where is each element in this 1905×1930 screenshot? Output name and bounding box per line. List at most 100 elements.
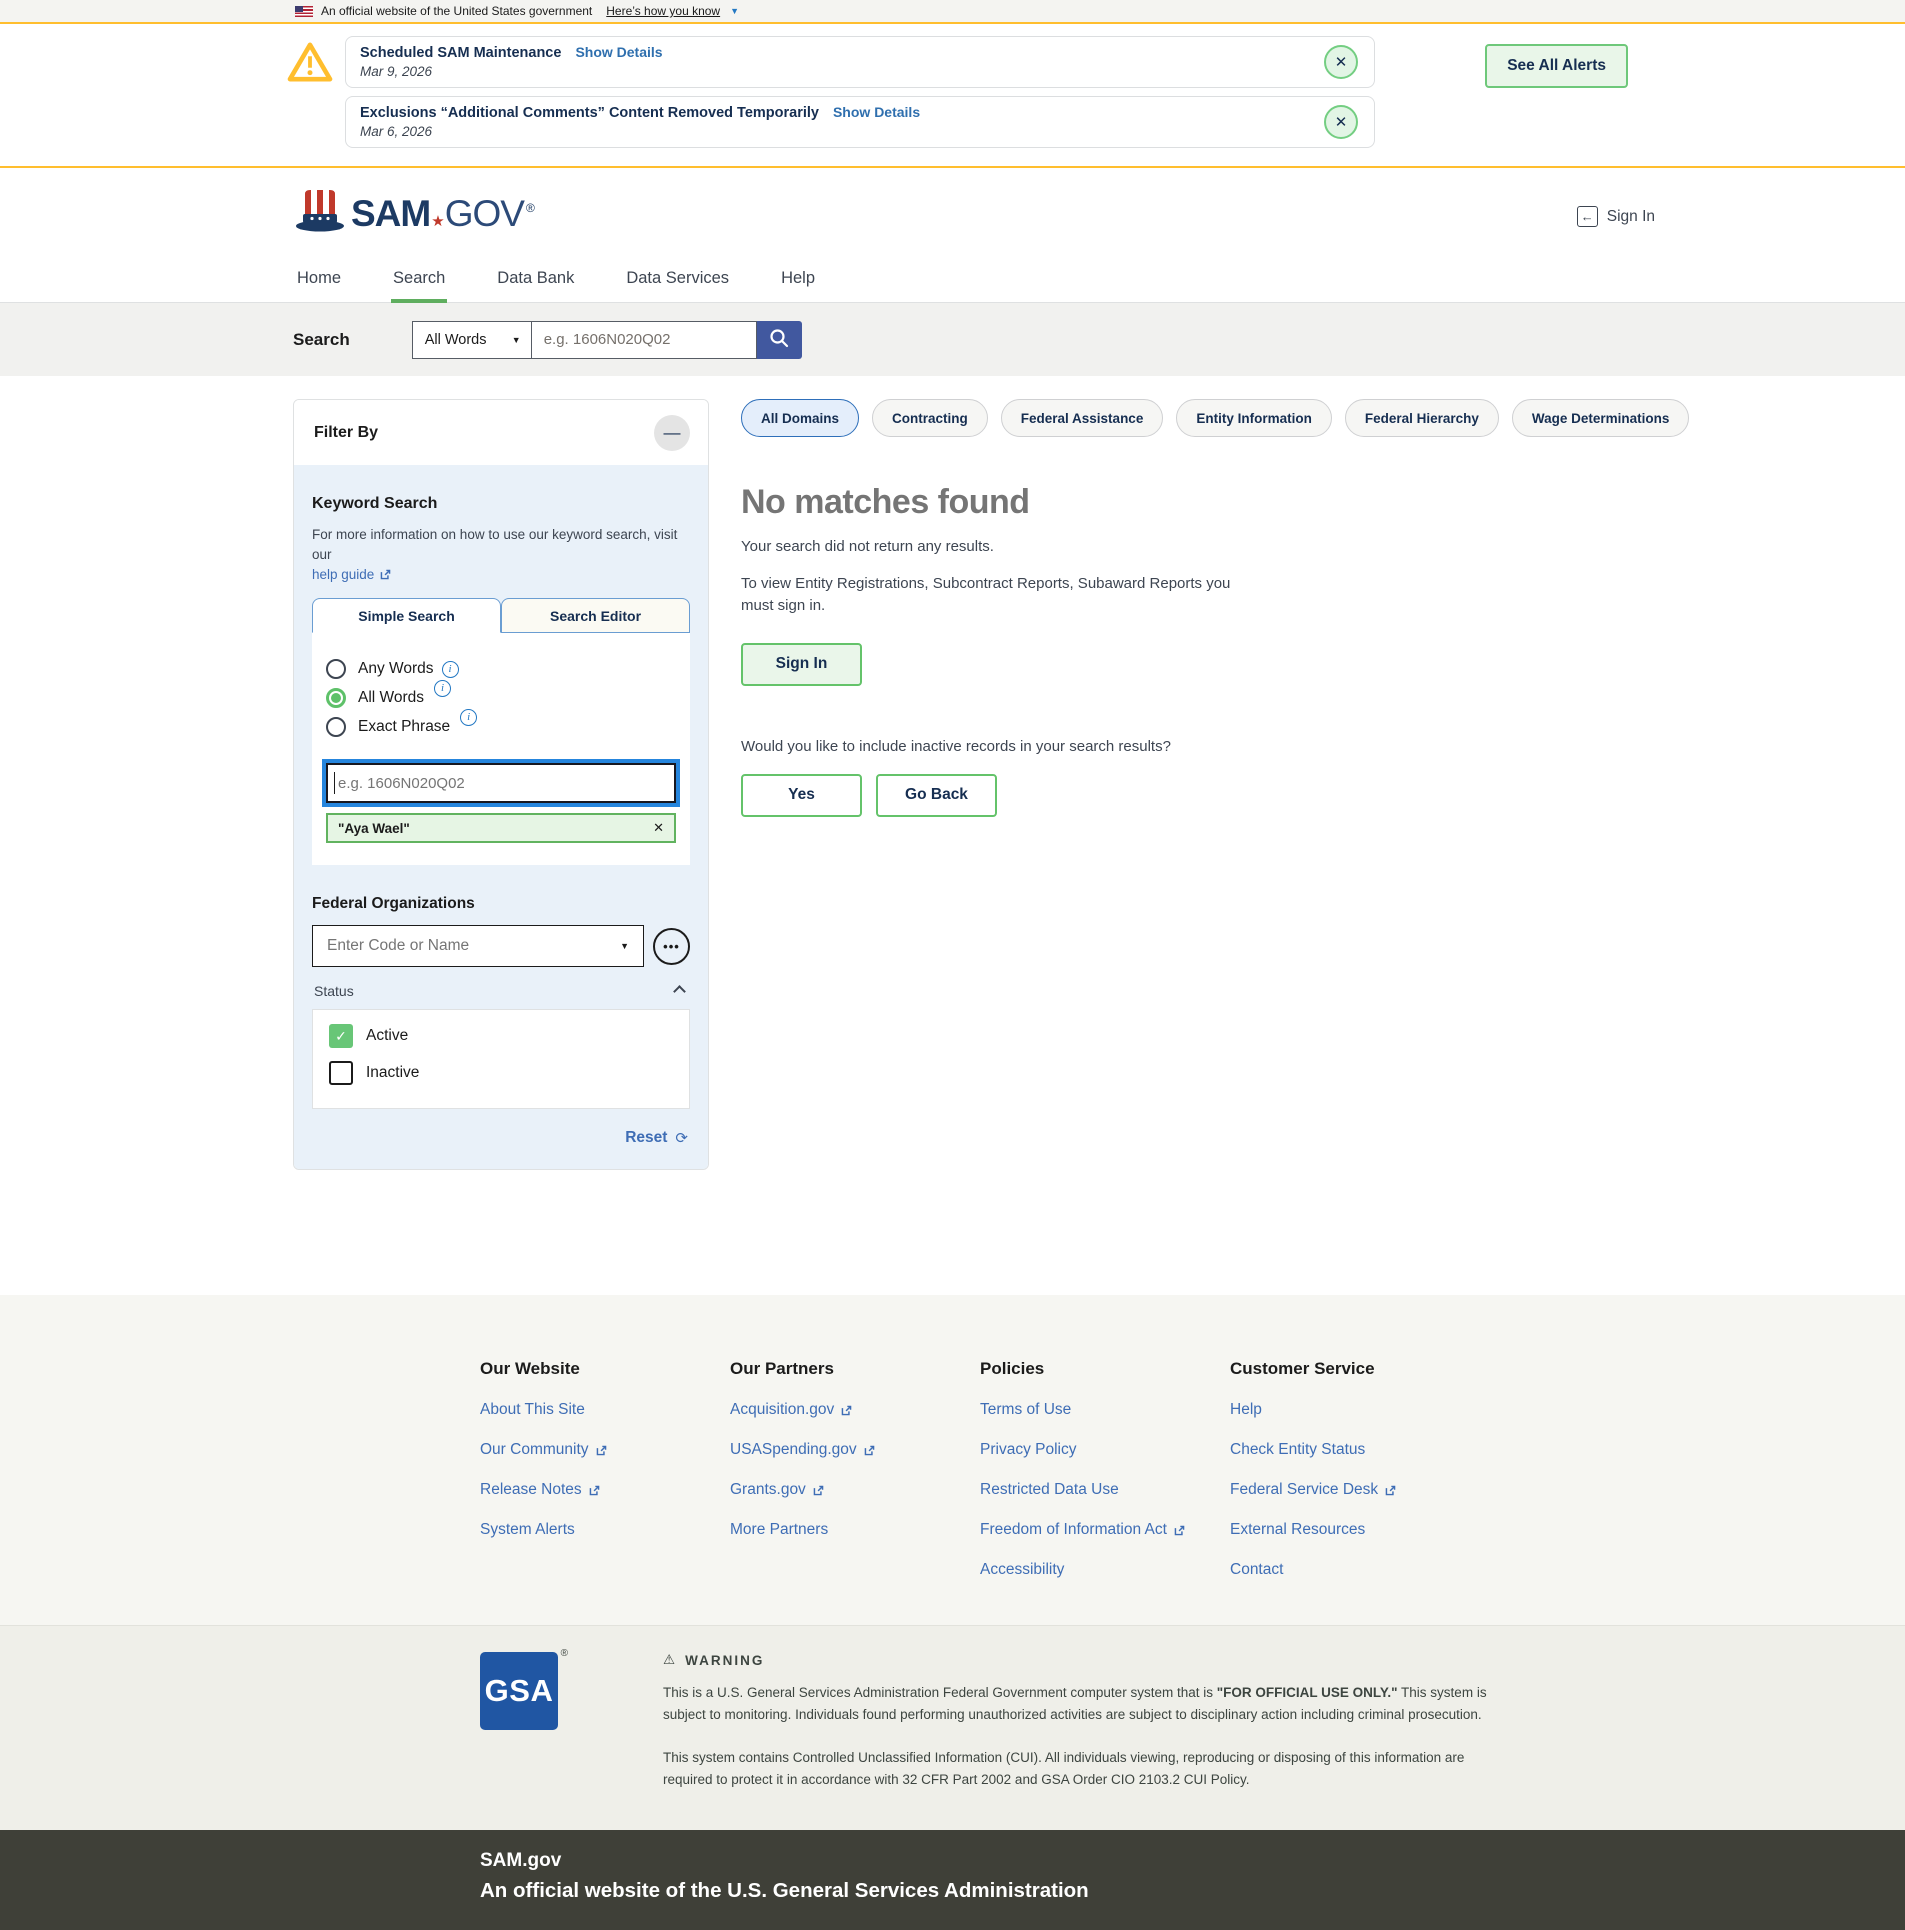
filter-by-title: Filter By xyxy=(314,424,378,442)
footer-link-label: Check Entity Status xyxy=(1230,1441,1365,1459)
reset-filters-link[interactable]: Reset ⟳ xyxy=(314,1129,688,1147)
footer-link-label: Terms of Use xyxy=(980,1401,1071,1419)
footer-link-label: Release Notes xyxy=(480,1481,582,1499)
see-all-alerts-button[interactable]: See All Alerts xyxy=(1485,44,1628,88)
fed-org-placeholder: Enter Code or Name xyxy=(327,937,469,955)
footer-gsa-section: GSA ® ⚠ WARNING This is a U.S. General S… xyxy=(0,1625,1905,1830)
footer-heading: Customer Service xyxy=(1230,1359,1480,1379)
footer-link-usaspending-gov[interactable]: USASpending.gov xyxy=(730,1441,980,1459)
nav-item-data-services[interactable]: Data Services xyxy=(624,263,731,302)
domain-tab-contracting[interactable]: Contracting xyxy=(872,399,988,437)
footer-link-system-alerts[interactable]: System Alerts xyxy=(480,1521,730,1539)
footer-col-our-partners: Our Partners Acquisition.gov USASpending… xyxy=(730,1359,980,1579)
close-icon[interactable]: ✕ xyxy=(1324,105,1358,139)
footer-heading: Our Website xyxy=(480,1359,730,1379)
nav-item-search[interactable]: Search xyxy=(391,263,447,302)
yes-button[interactable]: Yes xyxy=(741,774,862,817)
checkbox-active[interactable]: ✓ Active xyxy=(329,1024,673,1048)
search-mode-select[interactable]: All Words ▼ xyxy=(412,321,532,359)
checkbox-label: Active xyxy=(366,1027,408,1045)
footer-link-foia[interactable]: Freedom of Information Act xyxy=(980,1521,1230,1539)
footer-link-privacy-policy[interactable]: Privacy Policy xyxy=(980,1441,1230,1459)
tab-simple-search[interactable]: Simple Search xyxy=(312,598,501,633)
footer-col-customer-service: Customer Service Help Check Entity Statu… xyxy=(1230,1359,1480,1579)
warning-icon: ⚠ xyxy=(663,1652,677,1668)
magnifier-icon xyxy=(768,327,790,352)
external-link-icon xyxy=(840,1404,853,1417)
heres-how-you-know-link[interactable]: Here’s how you know xyxy=(606,4,720,18)
footer-link-federal-service-desk[interactable]: Federal Service Desk xyxy=(1230,1481,1480,1499)
footer-heading: Our Partners xyxy=(730,1359,980,1379)
footer-link-label: Acquisition.gov xyxy=(730,1401,834,1419)
warning-paragraph-2: This system contains Controlled Unclassi… xyxy=(663,1747,1493,1790)
footer-col-our-website: Our Website About This Site Our Communit… xyxy=(480,1359,730,1579)
more-options-button[interactable]: ••• xyxy=(653,928,690,965)
keyword-search-input[interactable] xyxy=(326,763,676,803)
info-icon[interactable]: i xyxy=(460,709,477,726)
footer-link-label: Contact xyxy=(1230,1561,1283,1579)
gov-banner-text: An official website of the United States… xyxy=(321,4,592,18)
federal-organizations-select[interactable]: Enter Code or Name ▼ xyxy=(312,925,644,967)
alert-title: Scheduled SAM Maintenance xyxy=(360,45,561,61)
footer-link-acquisition-gov[interactable]: Acquisition.gov xyxy=(730,1401,980,1419)
radio-any-words[interactable]: Any Words i xyxy=(326,659,676,679)
footer-link-accessibility[interactable]: Accessibility xyxy=(980,1561,1230,1579)
gov-banner: An official website of the United States… xyxy=(0,0,1905,22)
collapse-filters-button[interactable]: — xyxy=(654,415,690,451)
checkbox-inactive[interactable]: Inactive xyxy=(329,1061,673,1085)
status-accordion-toggle[interactable]: Status xyxy=(314,983,688,999)
sign-in-button[interactable]: Sign In xyxy=(741,643,862,686)
footer-official-text: An official website of the U.S. General … xyxy=(480,1879,1905,1903)
search-button[interactable] xyxy=(757,321,802,359)
info-icon[interactable]: i xyxy=(442,661,459,678)
tab-search-editor[interactable]: Search Editor xyxy=(501,598,690,633)
domain-tab-federal-hierarchy[interactable]: Federal Hierarchy xyxy=(1345,399,1499,437)
help-guide-link[interactable]: help guide xyxy=(312,567,690,582)
footer-link-release-notes[interactable]: Release Notes xyxy=(480,1481,730,1499)
keyword-chip: "Aya Wael" ✕ xyxy=(326,813,676,843)
info-icon[interactable]: i xyxy=(434,680,451,697)
reset-label: Reset xyxy=(625,1129,667,1147)
footer-link-restricted-data-use[interactable]: Restricted Data Use xyxy=(980,1481,1230,1499)
close-icon[interactable]: ✕ xyxy=(1324,45,1358,79)
footer-link-our-community[interactable]: Our Community xyxy=(480,1441,730,1459)
no-results-message: Your search did not return any results. xyxy=(741,538,1905,555)
show-details-link[interactable]: Show Details xyxy=(575,44,662,60)
radio-exact-phrase[interactable]: Exact Phrase i xyxy=(326,717,676,737)
go-back-button[interactable]: Go Back xyxy=(876,774,997,817)
footer-link-check-entity-status[interactable]: Check Entity Status xyxy=(1230,1441,1480,1459)
footer-link-label: About This Site xyxy=(480,1401,585,1419)
footer-link-about-this-site[interactable]: About This Site xyxy=(480,1401,730,1419)
reset-icon: ⟳ xyxy=(675,1129,688,1147)
nav-item-help[interactable]: Help xyxy=(779,263,817,302)
external-link-icon xyxy=(1173,1524,1186,1537)
domain-tab-federal-assistance[interactable]: Federal Assistance xyxy=(1001,399,1164,437)
footer-link-label: USASpending.gov xyxy=(730,1441,857,1459)
footer-link-contact[interactable]: Contact xyxy=(1230,1561,1480,1579)
chip-remove-icon[interactable]: ✕ xyxy=(653,820,664,836)
radio-label: Exact Phrase xyxy=(358,718,450,736)
chevron-up-icon xyxy=(673,985,686,998)
checkbox-unchecked-icon xyxy=(329,1061,353,1085)
chip-label: "Aya Wael" xyxy=(338,821,410,836)
nav-item-home[interactable]: Home xyxy=(295,263,343,302)
radio-label: Any Words xyxy=(358,660,434,678)
header-sign-in-link[interactable]: ← Sign In xyxy=(1577,206,1655,227)
footer-link-label: Our Community xyxy=(480,1441,589,1459)
footer-link-label: Restricted Data Use xyxy=(980,1481,1119,1499)
top-search-input[interactable] xyxy=(532,321,757,359)
footer-link-help[interactable]: Help xyxy=(1230,1401,1480,1419)
show-details-link[interactable]: Show Details xyxy=(833,104,920,120)
footer-link-terms-of-use[interactable]: Terms of Use xyxy=(980,1401,1230,1419)
footer-link-more-partners[interactable]: More Partners xyxy=(730,1521,980,1539)
domain-tab-all-domains[interactable]: All Domains xyxy=(741,399,859,437)
footer-link-external-resources[interactable]: External Resources xyxy=(1230,1521,1480,1539)
footer-link-label: Grants.gov xyxy=(730,1481,806,1499)
domain-tab-wage-determinations[interactable]: Wage Determinations xyxy=(1512,399,1690,437)
sam-gov-logo[interactable]: SAM ★ GOV ® xyxy=(295,188,1905,239)
results-area: All Domains Contracting Federal Assistan… xyxy=(741,399,1905,817)
nav-item-data-bank[interactable]: Data Bank xyxy=(495,263,576,302)
radio-all-words[interactable]: All Words i xyxy=(326,688,676,708)
domain-tab-entity-information[interactable]: Entity Information xyxy=(1176,399,1332,437)
footer-link-grants-gov[interactable]: Grants.gov xyxy=(730,1481,980,1499)
